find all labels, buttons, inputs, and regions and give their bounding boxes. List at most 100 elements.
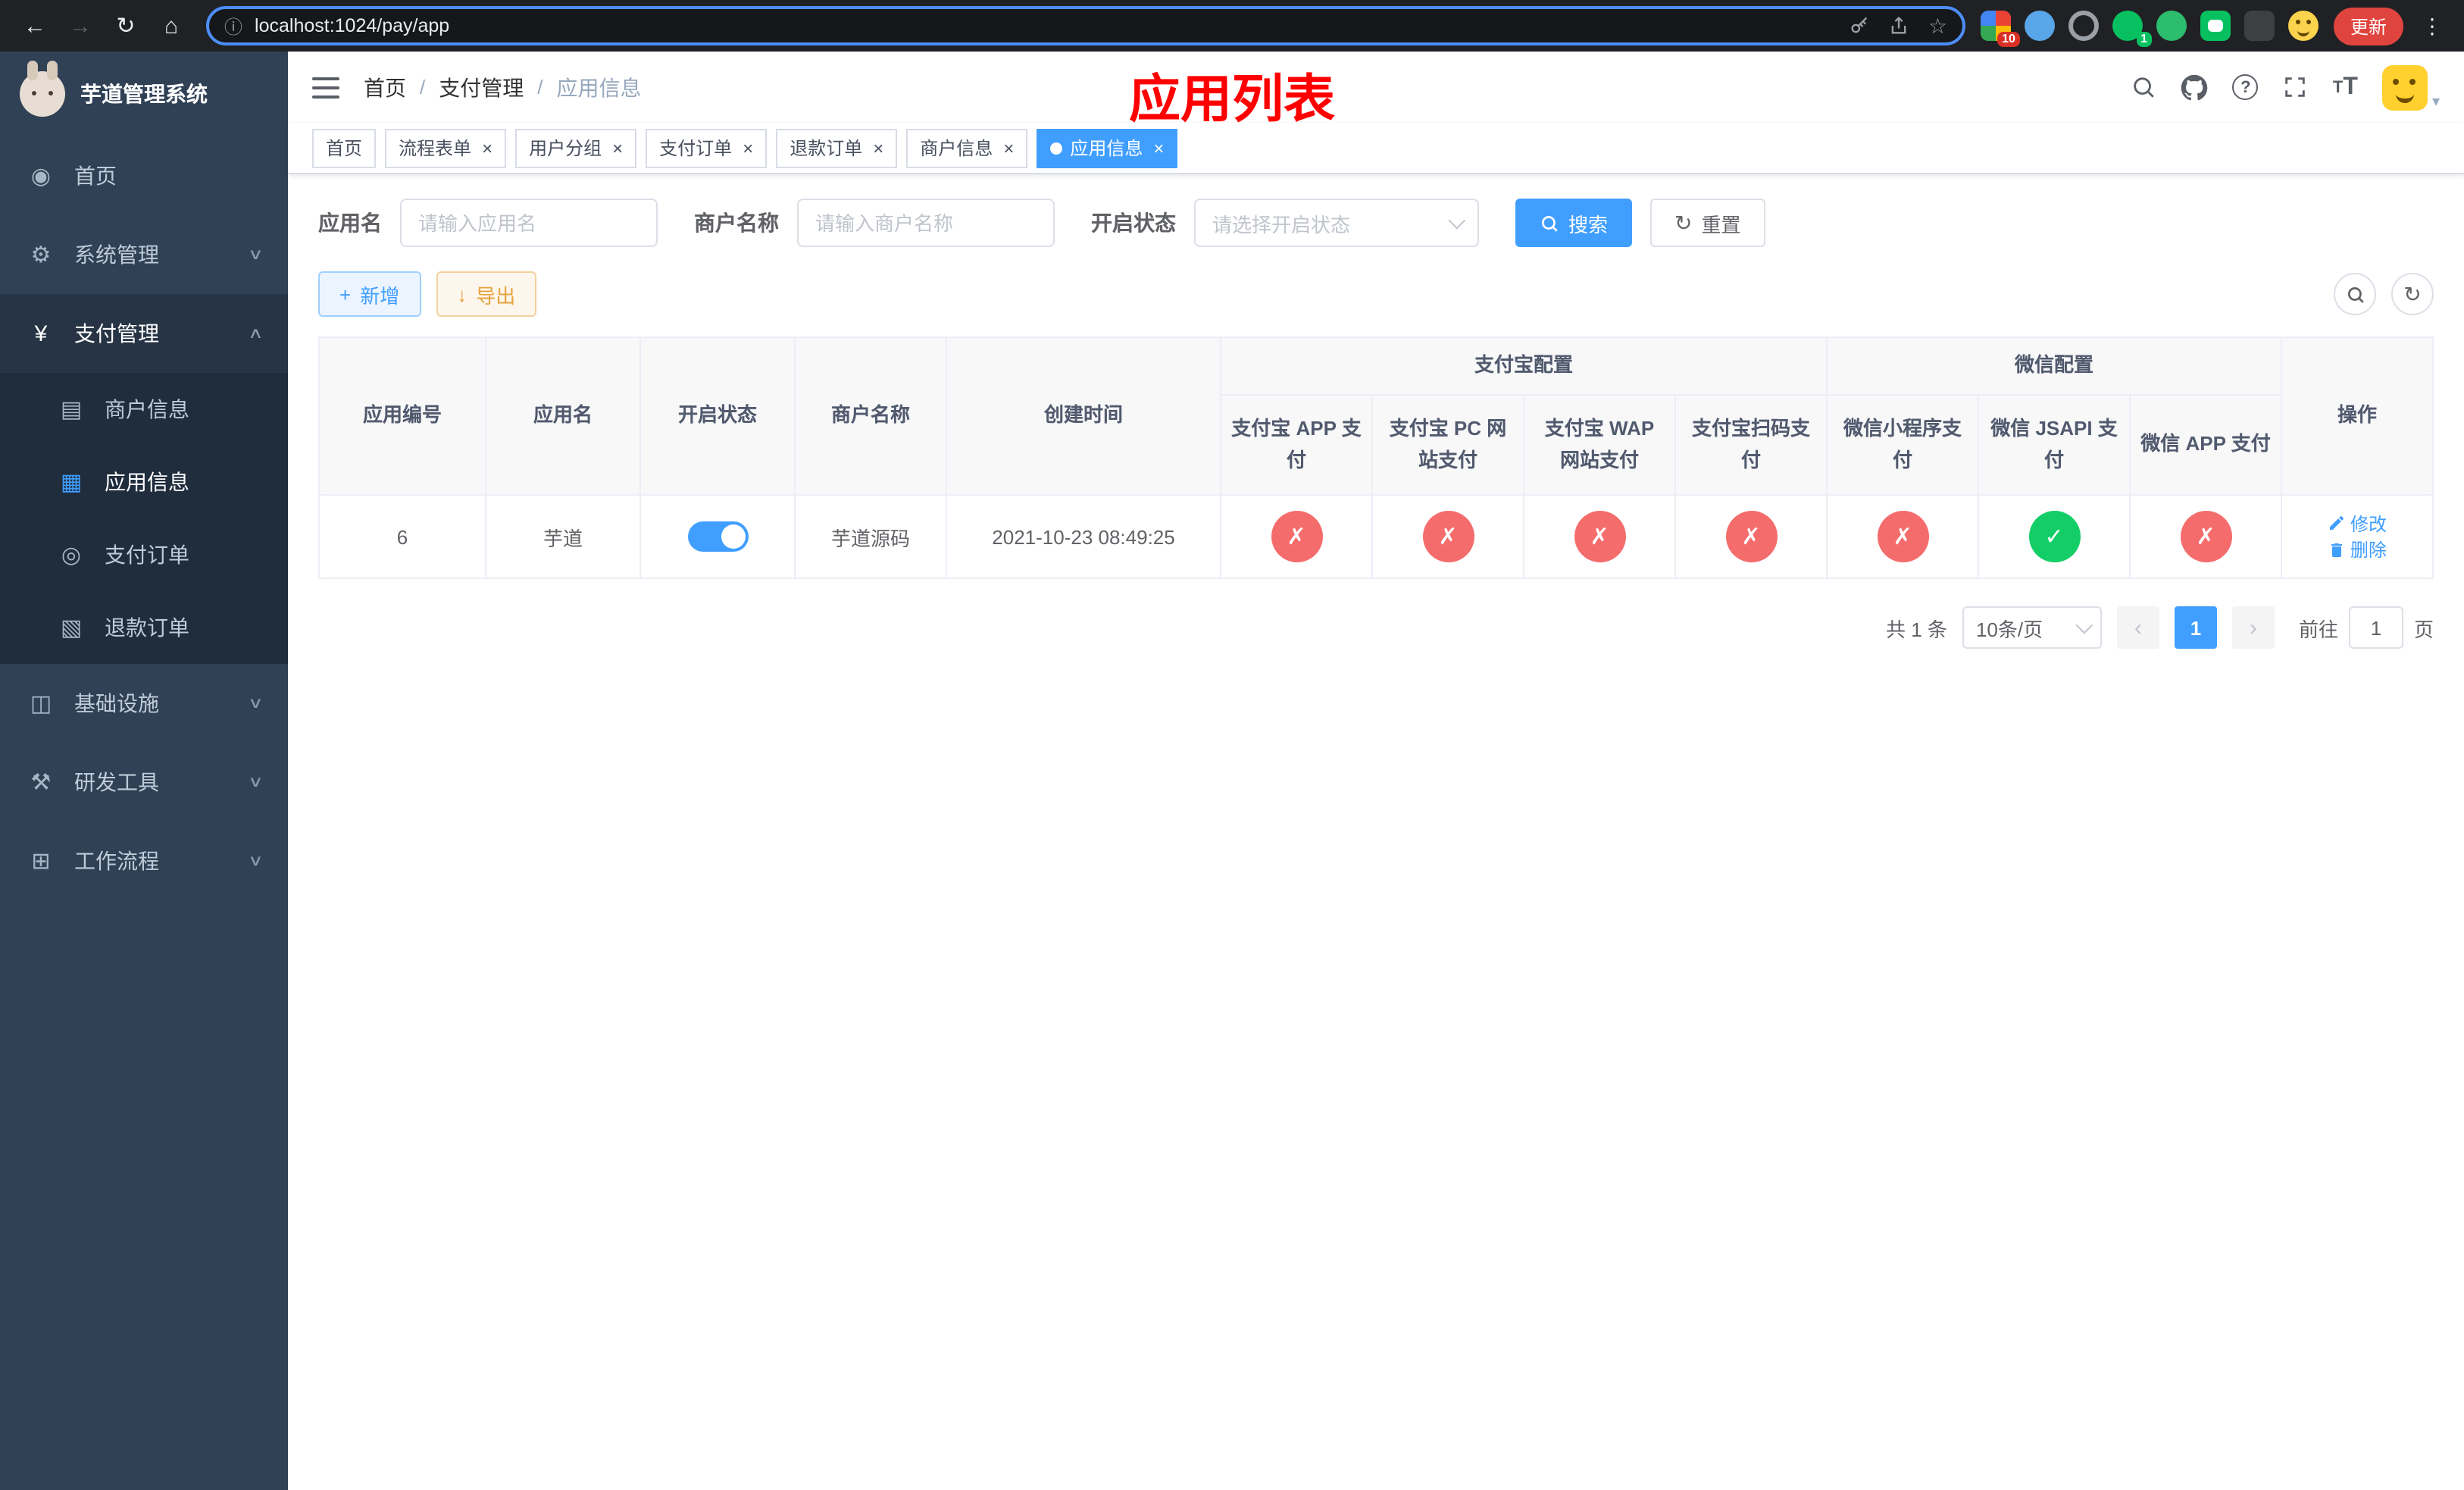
col-header-alipay-pc: 支付宝 PC 网站支付 bbox=[1371, 394, 1524, 496]
export-button[interactable]: ↓ 导出 bbox=[436, 271, 537, 317]
fullscreen-icon[interactable] bbox=[2283, 74, 2309, 100]
breadcrumb-payment[interactable]: 支付管理 bbox=[439, 72, 524, 102]
github-icon[interactable] bbox=[2181, 74, 2209, 101]
server-icon: ◫ bbox=[30, 691, 52, 717]
sidebar-item-workflow[interactable]: ⊞ 工作流程 ∨ bbox=[0, 822, 288, 900]
filter-merchant-name: 商户名称 bbox=[694, 199, 1055, 247]
breadcrumb-separator: / bbox=[537, 76, 543, 99]
merchant-name-input[interactable] bbox=[797, 199, 1055, 247]
table-row: 6 芋道 芋道源码 2021-10-23 08:49:25 ✗ ✗ ✗ ✗ ✗ bbox=[318, 494, 2434, 579]
page-number-current[interactable]: 1 bbox=[2174, 606, 2217, 649]
tag-tabs-bar: 首页 流程表单 × 用户分组 × 支付订单 × 退款订单 × 商户信息 × 应用… bbox=[288, 123, 2464, 174]
omnibox-actions: ☆ bbox=[1850, 13, 1947, 39]
page-size-select[interactable]: 10条/页 bbox=[1962, 606, 2102, 649]
site-info-icon[interactable]: ⓘ bbox=[224, 13, 242, 39]
extension-badge: 10 bbox=[1997, 32, 2020, 47]
home-icon[interactable]: ⌂ bbox=[152, 6, 191, 45]
extension-emoji-icon[interactable] bbox=[2287, 11, 2319, 41]
extension-ring-icon[interactable] bbox=[2068, 11, 2099, 41]
sidebar-item-infrastructure[interactable]: ◫ 基础设施 ∨ bbox=[0, 664, 288, 743]
browser-update-button[interactable]: 更新 bbox=[2333, 7, 2403, 45]
font-size-icon[interactable]: TT bbox=[2333, 74, 2358, 99]
status-toggle[interactable] bbox=[687, 521, 748, 552]
forward-icon[interactable]: → bbox=[61, 6, 100, 45]
sidebar-item-refund-orders[interactable]: ▧ 退款订单 bbox=[0, 591, 288, 664]
edit-link[interactable]: 修改 bbox=[2328, 510, 2387, 536]
tab-process-form[interactable]: 流程表单 × bbox=[385, 128, 507, 167]
reset-button[interactable]: ↻ 重置 bbox=[1650, 199, 1765, 247]
hamburger-icon[interactable] bbox=[312, 77, 339, 98]
search-toggle-button[interactable] bbox=[2334, 273, 2376, 315]
cell-merchant: 芋道源码 bbox=[794, 494, 947, 579]
extension-wechat-devtools-icon[interactable] bbox=[2156, 11, 2187, 41]
close-icon[interactable]: × bbox=[740, 139, 753, 157]
goto-label: 前往 bbox=[2298, 618, 2338, 640]
app-name-input[interactable] bbox=[400, 199, 658, 247]
close-icon[interactable]: × bbox=[1000, 139, 1014, 157]
close-icon[interactable]: × bbox=[1150, 139, 1164, 157]
close-icon[interactable]: × bbox=[870, 139, 883, 157]
sidebar-item-app-info[interactable]: ▦ 应用信息 bbox=[0, 446, 288, 518]
next-page-button[interactable]: › bbox=[2231, 606, 2275, 649]
extension-avatar-icon[interactable]: 1 bbox=[2112, 11, 2152, 47]
sidebar-item-system[interactable]: ⚙ 系统管理 ∨ bbox=[0, 215, 288, 294]
cell-wx-jsapi: ✓ bbox=[1978, 494, 2131, 579]
goto-page-input[interactable] bbox=[2348, 606, 2403, 649]
navbar-actions: ? TT ▾ bbox=[2131, 64, 2440, 110]
user-menu[interactable]: ▾ bbox=[2381, 64, 2440, 110]
sidebar-item-home[interactable]: ◉ 首页 bbox=[0, 136, 288, 215]
sidebar-item-dev-tools[interactable]: ⚒ 研发工具 ∨ bbox=[0, 743, 288, 822]
refresh-table-button[interactable]: ↻ bbox=[2391, 273, 2434, 315]
add-button[interactable]: + 新增 bbox=[318, 271, 421, 317]
refund-icon: ▧ bbox=[60, 615, 83, 641]
page-annotation-title: 应用列表 bbox=[1129, 71, 1335, 129]
share-icon[interactable] bbox=[1889, 15, 1910, 36]
sidebar-item-label: 商户信息 bbox=[105, 397, 189, 421]
gear-icon: ⚙ bbox=[30, 243, 52, 268]
cell-alipay-app: ✗ bbox=[1220, 494, 1373, 579]
tab-home[interactable]: 首页 bbox=[312, 128, 377, 167]
close-icon[interactable]: × bbox=[609, 139, 623, 157]
search-button[interactable]: 搜索 bbox=[1515, 199, 1633, 247]
url-text[interactable]: localhost:1024/pay/app bbox=[255, 15, 1837, 36]
col-header-name: 应用名 bbox=[485, 337, 641, 496]
bookmark-star-icon[interactable]: ☆ bbox=[1928, 13, 1947, 39]
tab-pay-orders[interactable]: 支付订单 × bbox=[646, 128, 768, 167]
sidebar-item-merchant-info[interactable]: ▤ 商户信息 bbox=[0, 373, 288, 446]
sidebar-item-pay-orders[interactable]: ◎ 支付订单 bbox=[0, 518, 288, 591]
status-select[interactable]: 请选择开启状态 bbox=[1194, 199, 1479, 247]
extension-chat-icon[interactable] bbox=[2200, 11, 2231, 41]
address-bar[interactable]: ⓘ localhost:1024/pay/app ☆ bbox=[206, 6, 1965, 45]
back-icon[interactable]: ← bbox=[15, 6, 55, 45]
plus-icon: + bbox=[339, 283, 352, 305]
extension-blue-icon[interactable] bbox=[2024, 11, 2055, 41]
close-icon[interactable]: × bbox=[479, 139, 492, 157]
cross-icon: ✗ bbox=[1574, 511, 1625, 562]
tab-merchant-info[interactable]: 商户信息 × bbox=[906, 128, 1028, 167]
delete-link[interactable]: 删除 bbox=[2328, 537, 2387, 562]
cell-alipay-pc: ✗ bbox=[1371, 494, 1524, 579]
cell-name: 芋道 bbox=[485, 494, 641, 579]
extension-colorwheel-icon[interactable]: 10 bbox=[1980, 11, 2020, 47]
tab-app-info[interactable]: 应用信息 × bbox=[1037, 128, 1178, 167]
tab-refund-orders[interactable]: 退款订单 × bbox=[776, 128, 898, 167]
password-key-icon[interactable] bbox=[1850, 15, 1871, 36]
tab-user-group[interactable]: 用户分组 × bbox=[515, 128, 637, 167]
filter-app-name: 应用名 bbox=[318, 199, 658, 247]
sidebar-item-label: 应用信息 bbox=[105, 470, 189, 494]
col-header-alipay-wap: 支付宝 WAP 网站支付 bbox=[1523, 394, 1676, 496]
tab-label: 首页 bbox=[326, 138, 363, 159]
prev-page-button[interactable]: ‹ bbox=[2116, 606, 2159, 649]
help-icon[interactable]: ? bbox=[2232, 74, 2259, 100]
download-icon: ↓ bbox=[457, 283, 467, 305]
browser-menu-icon[interactable]: ⋮ bbox=[2416, 13, 2449, 39]
search-icon[interactable] bbox=[2131, 74, 2157, 100]
reload-icon[interactable]: ↻ bbox=[106, 6, 145, 45]
sidebar-item-payment[interactable]: ¥ 支付管理 ∧ bbox=[0, 294, 288, 373]
avatar[interactable] bbox=[2381, 64, 2428, 110]
app-logo-row[interactable]: 芋道管理系统 bbox=[0, 52, 288, 136]
extension-dark-icon[interactable] bbox=[2244, 11, 2275, 41]
trash-icon bbox=[2331, 543, 2342, 556]
tab-label: 用户分组 bbox=[529, 138, 602, 159]
breadcrumb-home[interactable]: 首页 bbox=[364, 72, 406, 102]
